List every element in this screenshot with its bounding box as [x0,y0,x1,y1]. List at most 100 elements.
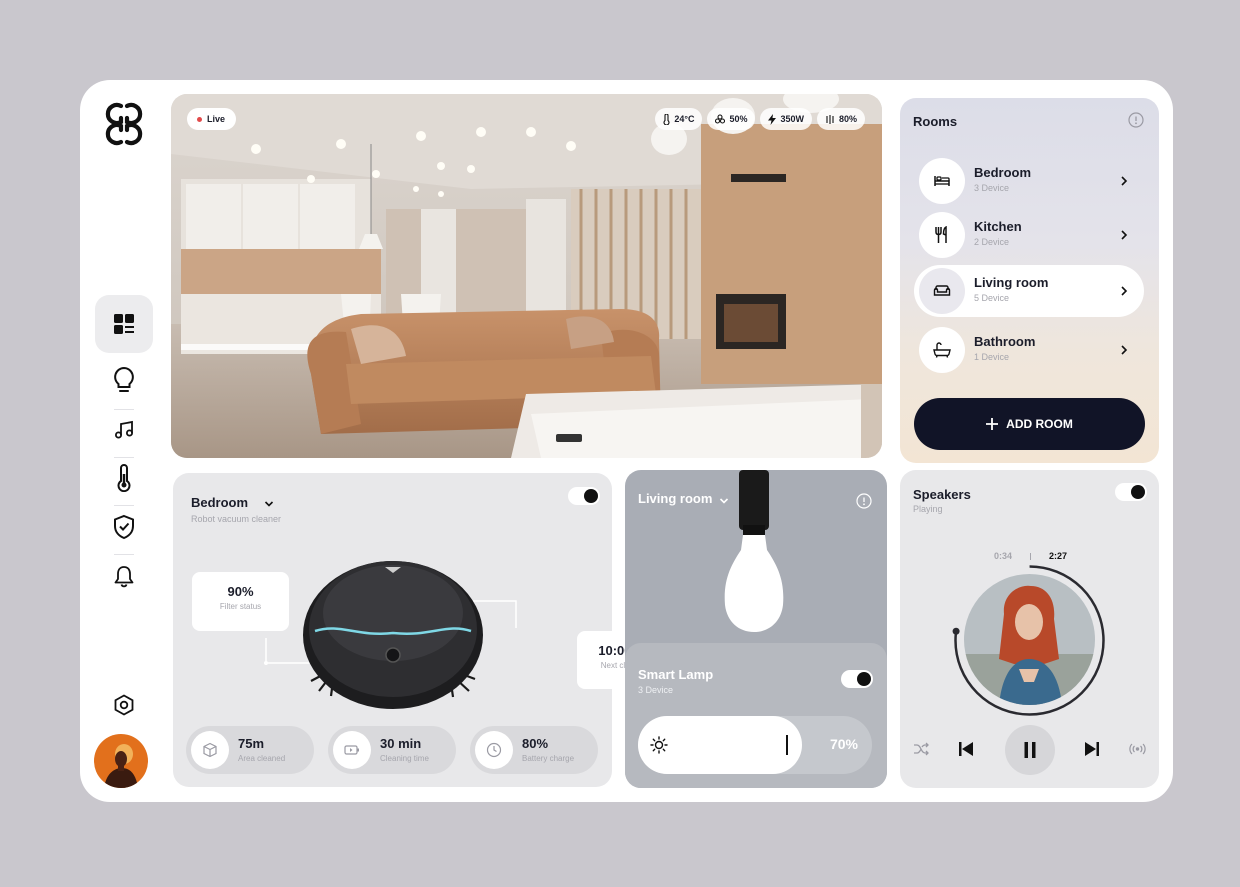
lightning-icon [768,113,777,125]
humidity-chip: 50% [707,108,756,130]
filter-status-value: 90% [227,584,254,599]
shuffle-icon[interactable] [913,742,929,756]
battery-icon [344,745,359,755]
user-avatar[interactable] [94,734,148,788]
room-device-count: 2 Device [974,237,1010,247]
lamp-device-count: 3 Device [638,685,674,695]
live-label: Live [207,114,226,124]
robot-vacuum-image [303,561,483,709]
speakers-power-toggle[interactable] [1115,483,1147,501]
lamp-controls: Smart Lamp 3 Device 70% [625,643,887,788]
room-icon-circle [919,327,965,373]
room-item-bathroom[interactable]: Bathroom 1 Device [914,324,1144,376]
room-icon-circle [919,268,965,314]
metric-icon-circle [475,731,513,769]
next-track-icon[interactable] [1084,741,1100,757]
dashboard-icon [114,314,134,334]
shield-check-icon [114,514,134,540]
live-indicator-dot [197,116,202,122]
temperature-chip: 24°C [655,108,703,130]
sensor-chips: 24°C 50% 350W 80% [655,108,865,130]
vacuum-room-title[interactable]: Bedroom [191,495,248,510]
thermometer-icon [117,464,131,492]
brightness-value: 70% [829,736,858,752]
toggle-knob [584,489,598,503]
brightness-fill [638,716,802,774]
room-name: Living room [974,275,1049,290]
plus-icon [986,418,999,430]
speakers-title: Speakers [913,487,971,502]
metric-cleaning-time: 30 min Cleaning time [328,726,456,774]
room-icon-circle [919,158,965,204]
settings-hexagon-icon [114,694,134,716]
metric-icon-circle [333,731,371,769]
vacuum-device-label: Robot vacuum cleaner [191,514,282,524]
info-icon[interactable] [856,493,872,509]
wind-icon [826,114,834,124]
nav-settings[interactable] [95,676,153,734]
pause-button[interactable] [1005,725,1055,775]
brightness-handle[interactable] [785,735,788,755]
total-time: 2:27 [1049,551,1068,561]
metric-value: 80% [522,736,549,751]
info-icon[interactable] [1128,112,1144,128]
bathtub-icon [933,342,951,358]
elapsed-time: 0:34 [994,551,1013,561]
lightbulb-icon [114,366,134,392]
fork-knife-icon [935,226,947,243]
room-item-bedroom[interactable]: Bedroom 3 Device [914,155,1144,207]
time-divider [1030,553,1031,560]
power-chip: 350W [760,108,812,130]
humidity-icon [715,114,726,124]
metric-icon-circle [191,731,229,769]
room-icon-circle [919,212,965,258]
room-item-living-room[interactable]: Living room 5 Device [914,265,1144,317]
smart-lamp-card: Living room Smart Lamp 3 Device 70% [625,470,887,788]
room-device-count: 1 Device [974,352,1010,362]
vacuum-card: Bedroom Robot vacuum cleaner 90% Filter … [173,473,673,787]
thermometer-icon [663,113,670,125]
room-item-kitchen[interactable]: Kitchen 2 Device [914,209,1144,261]
bed-icon [934,176,950,186]
album-art [964,574,1095,705]
toggle-knob [1131,485,1145,499]
wind-value: 80% [838,114,857,124]
wind-chip: 80% [816,108,865,130]
chevron-right-icon [1121,345,1128,355]
sofa-icon [933,285,951,296]
music-note-icon [115,420,133,439]
room-device-count: 5 Device [974,293,1010,303]
metric-value: 30 min [380,736,422,751]
camera-feed[interactable]: Live 24°C 50% 350W 80% [171,94,882,458]
pause-icon [1024,742,1036,758]
nav-dashboard[interactable] [95,295,153,353]
filter-status-label: Filter status [219,602,262,611]
vacuum-power-toggle[interactable] [568,487,600,505]
room-name: Bedroom [974,165,1032,180]
chevron-right-icon [1121,230,1128,240]
rooms-panel: Rooms Bedroom 3 Device Kitchen 2 Device … [900,98,1159,463]
chevron-down-icon[interactable] [264,500,274,508]
lamp-power-toggle[interactable] [841,670,873,688]
filter-status-box: 90% Filter status [192,572,289,631]
living-room-photo [171,94,882,458]
toggle-knob [857,672,871,686]
metric-area-cleaned: 75m Area cleaned [186,726,314,774]
rooms-title: Rooms [913,114,958,129]
lightbulb-image [724,470,784,632]
sun-icon [650,736,668,754]
lamp-name: Smart Lamp [638,667,714,682]
humidity-value: 50% [729,114,748,124]
lamp-room-title[interactable]: Living room [638,491,712,506]
room-name: Kitchen [974,219,1022,234]
metric-value: 75m [238,736,265,751]
previous-track-icon[interactable] [958,741,974,757]
cube-icon [203,742,217,758]
live-badge: Live [187,108,237,130]
nav-notifications[interactable] [95,547,153,605]
brightness-slider[interactable]: 70% [638,716,872,774]
chevron-right-icon [1121,286,1128,296]
broadcast-icon[interactable] [1129,742,1146,756]
speakers-card: Speakers Playing 0:34 2:27 [900,470,1159,788]
add-room-button[interactable]: ADD ROOM [914,398,1145,450]
